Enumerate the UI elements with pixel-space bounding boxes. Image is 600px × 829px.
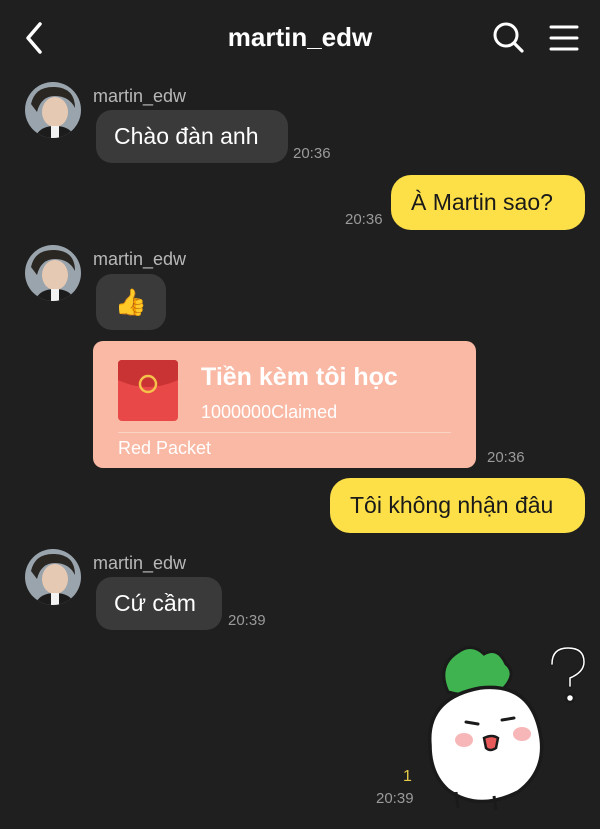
message-time: 20:36 — [345, 211, 383, 228]
message-bubble-incoming[interactable]: Cứ cầm — [96, 577, 222, 630]
sender-name: martin_edw — [93, 249, 187, 269]
read-count: 1 — [403, 768, 412, 785]
avatar[interactable] — [25, 549, 81, 605]
message-time: 20:36 — [487, 449, 525, 466]
sender-name: martin_edw — [93, 86, 187, 106]
menu-icon[interactable] — [548, 22, 580, 54]
red-packet-card[interactable]: Tiền kèm tôi học 1000000Claimed Red Pack… — [93, 341, 476, 468]
search-icon[interactable] — [490, 20, 526, 56]
red-envelope-icon — [118, 360, 178, 421]
red-packet-label: Red Packet — [118, 438, 212, 458]
red-packet-title: Tiền kèm tôi học — [201, 363, 398, 391]
sender-name: martin_edw — [93, 553, 187, 573]
divider — [118, 432, 451, 433]
avatar[interactable] — [25, 82, 81, 138]
message-time: 20:39 — [228, 612, 266, 629]
message-text: À Martin sao? — [411, 189, 553, 215]
message-text: Chào đàn anh — [114, 123, 259, 149]
radish-sticker[interactable] — [418, 640, 598, 815]
message-time: 20:39 — [376, 790, 414, 807]
message-text: Tôi không nhận đâu — [350, 492, 554, 518]
red-packet-amount: 1000000Claimed — [201, 402, 338, 422]
message-bubble-outgoing[interactable]: À Martin sao? — [391, 175, 585, 230]
message-bubble-incoming[interactable]: 👍 — [96, 274, 166, 330]
chat-header: martin_edw — [0, 0, 600, 78]
thumbs-up-emoji: 👍 — [114, 286, 148, 317]
message-time: 20:36 — [293, 145, 331, 162]
message-text: Cứ cầm — [114, 590, 196, 616]
avatar[interactable] — [25, 245, 81, 301]
message-bubble-outgoing[interactable]: Tôi không nhận đâu — [330, 478, 585, 533]
message-bubble-incoming[interactable]: Chào đàn anh — [96, 110, 288, 163]
